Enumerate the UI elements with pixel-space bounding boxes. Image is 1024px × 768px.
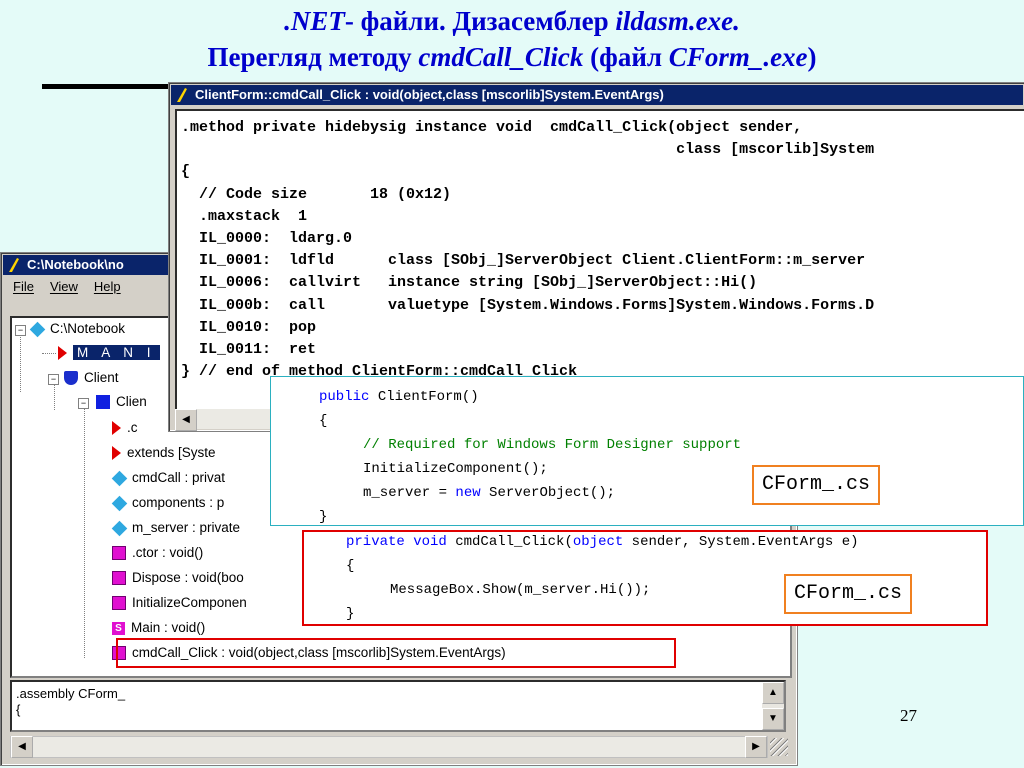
tree-node-method-ctor[interactable]: .ctor : void() [112,542,203,564]
menu-help[interactable]: Help [94,279,121,294]
file-label-cform-2: CForm_.cs [784,574,913,614]
field-icon [111,470,128,487]
cs-line-brace-open: { [319,413,328,429]
slide-title-line1: .NET- файли. Дизасемблер ildasm.exe. [0,4,1024,38]
assembly-info-pane: .assembly CForm_ { [10,680,786,732]
method-icon [112,571,126,586]
cs-line-init: InitializeComponent(); [363,461,548,477]
tree-node-class-info[interactable]: .c [112,417,138,439]
cs-line-messagebox: MessageBox.Show(m_server.Hi()); [390,582,651,598]
cs-line-assign: m_server = new ServerObject(); [363,485,616,501]
tree-node-manifest[interactable]: M A N I [58,342,160,364]
slide-title-line2: Перегляд методу cmdCall_Click (файл CFor… [0,40,1024,74]
file-label-cform-1: CForm_.cs [752,465,881,505]
menu-file[interactable]: File [13,279,34,294]
assembly-vertical-scrollbar[interactable]: ▲ ▼ [762,682,784,730]
cs-snippet-constructor: public ClientForm() { // Required for Wi… [270,376,1024,526]
scroll-right-icon[interactable]: ▶ [745,736,767,758]
cs-line-brace-close: } [346,606,355,622]
arrow-icon [112,446,121,461]
title-net: .NET [284,6,345,36]
tree-node-root[interactable]: C:\Notebook [29,318,125,340]
title-ildasm: ildasm.exe. [615,6,740,36]
method-icon [112,546,126,561]
static-method-icon: S [112,621,125,635]
il-window-titlebar[interactable]: ClientForm::cmdCall_Click : void(object,… [171,85,1023,105]
resize-grip-icon[interactable] [770,738,788,756]
title-file-word: (файл [583,42,669,72]
tree-expander-class[interactable]: − [78,398,89,409]
scroll-left-icon[interactable]: ◀ [11,736,33,758]
tree-node-client-namespace[interactable]: Client [64,367,119,389]
tree-expander-client[interactable]: − [48,374,59,385]
arrow-icon [58,346,67,361]
cs-line-ctor: public ClientForm() [319,389,479,405]
il-code-pane[interactable]: .method private hidebysig instance void … [175,109,1024,413]
tree-node-method-initialize[interactable]: InitializeComponen [112,592,247,614]
title-method-name: cmdCall_Click [418,42,584,72]
tree-node-field-components[interactable]: components : p [111,492,224,514]
scroll-down-icon[interactable]: ▼ [762,708,784,730]
field-icon [111,520,128,537]
tree-node-field-cmdcall[interactable]: cmdCall : privat [111,467,225,489]
assembly-line: .assembly CForm_ [16,686,126,701]
method-icon [112,596,126,611]
field-icon [111,495,128,512]
highlight-cmdcall-click [116,638,676,668]
il-window-title: ClientForm::cmdCall_Click : void(object,… [195,87,664,102]
tree-line [20,332,21,392]
il-code: .method private hidebysig instance void … [181,119,875,381]
ildasm-main-title: C:\Notebook\no [27,257,124,272]
arrow-icon [112,421,121,436]
title-rule [42,84,172,89]
tree-node-field-mserver[interactable]: m_server : private [111,517,240,539]
class-icon [96,395,110,410]
scroll-left-icon[interactable]: ◀ [175,409,197,431]
scroll-up-icon[interactable]: ▲ [762,682,784,704]
assembly-brace: { [16,702,21,717]
page-number: 27 [900,706,917,725]
diamond-icon [29,321,46,338]
tree-node-client-class[interactable]: Clien [96,391,147,413]
cs-line-brace-close: } [319,509,328,525]
main-horizontal-scrollbar[interactable]: ◀ ▶ [10,736,768,758]
ildasm-app-icon [177,88,187,102]
tree-line [84,406,85,658]
cs-line-comment: // Required for Windows Form Designer su… [363,437,742,453]
title-file-name: CForm_.exe [668,42,808,72]
title-files-disassembler: - файли. Дизасемблер [344,6,616,36]
title-view-method: Перегляд методу [207,42,419,72]
ildasm-app-icon [9,258,19,272]
cs-line-method: private void cmdCall_Click(object sender… [346,534,859,550]
tree-node-extends[interactable]: extends [Syste [112,442,216,464]
menu-view[interactable]: View [50,279,78,294]
cs-line-brace-open: { [346,558,355,574]
title-paren: ) [807,42,817,72]
namespace-icon [64,371,78,386]
tree-expander-root[interactable]: − [15,325,26,336]
tree-node-method-dispose[interactable]: Dispose : void(boo [112,567,244,589]
tree-line [42,353,56,354]
tree-node-method-main[interactable]: S Main : void() [112,617,205,639]
